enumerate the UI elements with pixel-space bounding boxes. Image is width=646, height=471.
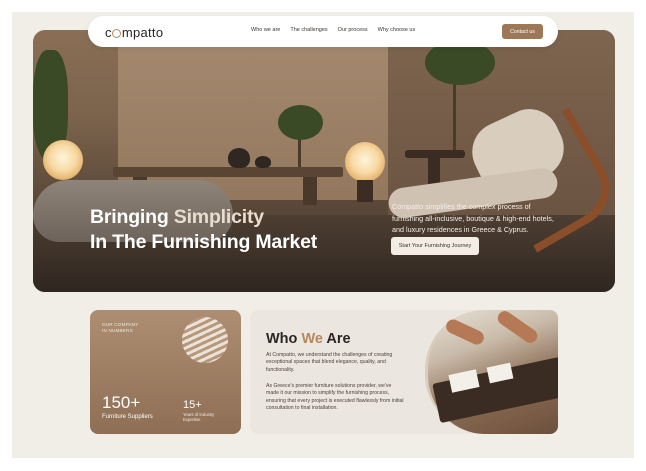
stat-years-label-line2: Expertise xyxy=(183,417,201,423)
stats-kicker: OUR COMPANY IN NUMBERS xyxy=(102,322,139,334)
top-navbar: c mpatto Who we are The challenges Our pr… xyxy=(88,16,558,47)
nav-link-process[interactable]: Our process xyxy=(338,27,368,33)
vase-small xyxy=(255,156,271,168)
who-we-are-paragraph-1: At Compatto, we understand the challenge… xyxy=(266,352,393,373)
nav-link-why-choose-us[interactable]: Why choose us xyxy=(378,27,416,33)
lamp-base xyxy=(357,180,373,202)
hero-banner: Bringing Simplicity In The Furnishing Ma… xyxy=(33,30,615,292)
stat-suppliers-value: 150+ xyxy=(102,393,141,412)
contact-us-button[interactable]: Contact us xyxy=(502,24,543,39)
stats-kicker-line2: IN NUMBERS xyxy=(102,328,133,333)
who-we-are-card: Who We Are At Compatto, we understand th… xyxy=(250,310,558,434)
side-table xyxy=(405,150,465,158)
stat-years-label: Years of Industry Expertise xyxy=(183,412,214,423)
lamp-left xyxy=(43,140,83,180)
title-part: Who xyxy=(266,331,302,347)
who-we-are-title: Who We Are xyxy=(266,331,351,347)
hero-title: Bringing Simplicity In The Furnishing Ma… xyxy=(90,205,317,255)
bench-leg xyxy=(303,177,317,205)
nav-link-who-we-are[interactable]: Who we are xyxy=(251,27,280,33)
hero-description: Compatto simplifies the complex process … xyxy=(392,202,554,234)
stat-years-value: 15+ xyxy=(183,399,202,411)
bench xyxy=(113,167,343,177)
hero-title-line1: Bringing xyxy=(90,206,174,228)
logo-ring-icon xyxy=(112,29,122,38)
nav-links: Who we are The challenges Our process Wh… xyxy=(251,27,415,33)
title-part: Are xyxy=(322,331,351,347)
hero-title-highlight: Simplicity xyxy=(173,206,264,228)
hero-title-line2: In The Furnishing Market xyxy=(90,231,318,253)
who-we-are-paragraph-2: As Greece's premier furniture solutions … xyxy=(266,383,404,411)
brand-emblem-icon xyxy=(182,317,228,363)
stat-suppliers-label: Furniture Suppliers xyxy=(102,414,153,420)
stats-card: OUR COMPANY IN NUMBERS 150+ Furniture Su… xyxy=(90,310,241,434)
start-journey-button[interactable]: Start Your Furnishing Journey xyxy=(391,237,479,255)
title-accent: We xyxy=(301,331,323,347)
nav-link-challenges[interactable]: The challenges xyxy=(290,27,327,33)
vase xyxy=(228,148,250,168)
logo[interactable]: c mpatto xyxy=(105,25,163,40)
plant-leaves xyxy=(278,105,323,140)
lamp-right xyxy=(345,142,385,182)
